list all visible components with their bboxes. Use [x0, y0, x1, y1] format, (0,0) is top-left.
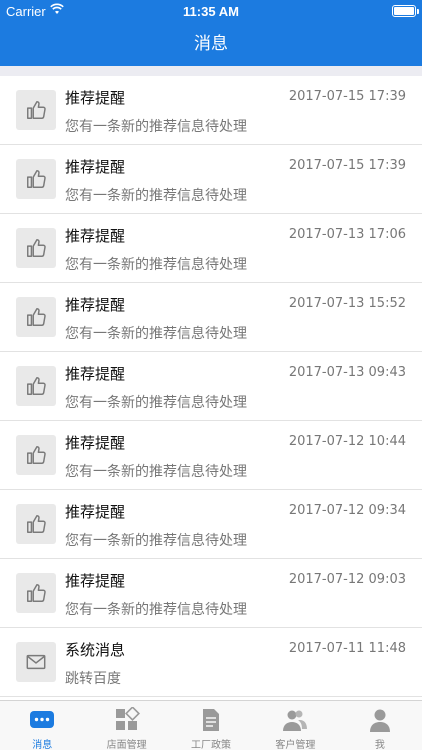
message-title: 推荐提醒 [65, 572, 126, 590]
section-gap [0, 66, 422, 76]
thumbs-up-icon [16, 435, 56, 475]
message-time: 2017-07-15 17:39 [288, 89, 406, 104]
people-icon [282, 707, 308, 733]
message-title: 系统消息 [65, 641, 126, 659]
tab-label: 店面管理 [106, 740, 147, 750]
message-subtitle: 您有一条新的推荐信息待处理 [65, 119, 247, 135]
tab-bar: 消息 店面管理 工厂政策 客户管理 我 [0, 700, 422, 750]
tab-label: 客户管理 [275, 740, 316, 750]
tab-person[interactable]: 我 [338, 701, 422, 750]
message-list[interactable]: 推荐提醒 2017-07-15 17:39 您有一条新的推荐信息待处理 推荐提醒 201… [0, 76, 422, 700]
envelope-icon [16, 642, 56, 682]
message-row[interactable]: 推荐提醒 2017-07-15 17:39 您有一条新的推荐信息待处理 [0, 76, 422, 145]
message-time: 2017-07-12 09:03 [288, 572, 406, 587]
message-time: 2017-07-11 11:48 [288, 641, 406, 656]
message-title: 推荐提醒 [65, 434, 126, 452]
thumbs-up-icon [16, 573, 56, 613]
message-subtitle: 您有一条新的推荐信息待处理 [65, 533, 247, 549]
message-subtitle: 您有一条新的推荐信息待处理 [65, 188, 247, 204]
message-row[interactable]: 推荐提醒 2017-07-12 09:34 您有一条新的推荐信息待处理 [0, 490, 422, 559]
message-title: 推荐提醒 [65, 503, 126, 521]
message-title: 推荐提醒 [65, 296, 126, 314]
message-row[interactable]: 推荐提醒 2017-07-12 09:03 您有一条新的推荐信息待处理 [0, 559, 422, 628]
tab-label: 工厂政策 [191, 740, 232, 750]
message-title: 推荐提醒 [65, 158, 126, 176]
tab-chat-bubble[interactable]: 消息 [0, 701, 84, 750]
thumbs-up-icon [16, 366, 56, 406]
person-icon [367, 707, 393, 733]
grid-icon [114, 706, 140, 733]
tab-grid[interactable]: 店面管理 [84, 701, 168, 750]
message-time: 2017-07-13 15:52 [288, 296, 406, 311]
thumbs-up-icon [16, 228, 56, 268]
thumbs-up-icon [16, 159, 56, 199]
thumbs-up-icon [16, 504, 56, 544]
tab-people[interactable]: 客户管理 [253, 701, 337, 750]
tab-label: 我 [374, 740, 385, 750]
document-icon [198, 707, 224, 733]
message-time: 2017-07-12 09:34 [288, 503, 406, 518]
message-row[interactable]: 推荐提醒 2017-07-15 17:39 您有一条新的推荐信息待处理 [0, 145, 422, 214]
tab-document[interactable]: 工厂政策 [169, 701, 253, 750]
battery-icon [392, 5, 419, 17]
message-subtitle: 跳转百度 [65, 671, 121, 687]
message-time: 2017-07-15 17:39 [288, 158, 406, 173]
message-title: 推荐提醒 [65, 227, 126, 245]
page-title: 消息 [194, 34, 228, 54]
message-subtitle: 您有一条新的推荐信息待处理 [65, 464, 247, 480]
chat-bubble-icon [29, 707, 55, 733]
clock: 11:35 AM [183, 4, 239, 19]
message-row[interactable]: 系统消息 2017-07-11 11:48 跳转百度 [0, 628, 422, 697]
message-title: 推荐提醒 [65, 89, 126, 107]
message-subtitle: 您有一条新的推荐信息待处理 [65, 602, 247, 618]
message-subtitle: 您有一条新的推荐信息待处理 [65, 395, 247, 411]
message-time: 2017-07-13 17:06 [288, 227, 406, 242]
message-row[interactable]: 推荐提醒 2017-07-12 10:44 您有一条新的推荐信息待处理 [0, 421, 422, 490]
message-subtitle: 您有一条新的推荐信息待处理 [65, 257, 247, 273]
message-time: 2017-07-12 10:44 [288, 434, 406, 449]
navigation-bar: 消息 [0, 22, 422, 66]
thumbs-up-icon [16, 297, 56, 337]
message-time: 2017-07-13 09:43 [288, 365, 406, 380]
message-subtitle: 您有一条新的推荐信息待处理 [65, 326, 247, 342]
message-row[interactable]: 推荐提醒 2017-07-13 09:43 您有一条新的推荐信息待处理 [0, 352, 422, 421]
tab-label: 消息 [32, 740, 53, 750]
message-title: 推荐提醒 [65, 365, 126, 383]
thumbs-up-icon [16, 90, 56, 130]
status-bar: Carrier 11:35 AM [0, 0, 422, 22]
message-row[interactable]: 推荐提醒 2017-07-13 17:06 您有一条新的推荐信息待处理 [0, 214, 422, 283]
message-row[interactable]: 推荐提醒 2017-07-13 15:52 您有一条新的推荐信息待处理 [0, 283, 422, 352]
